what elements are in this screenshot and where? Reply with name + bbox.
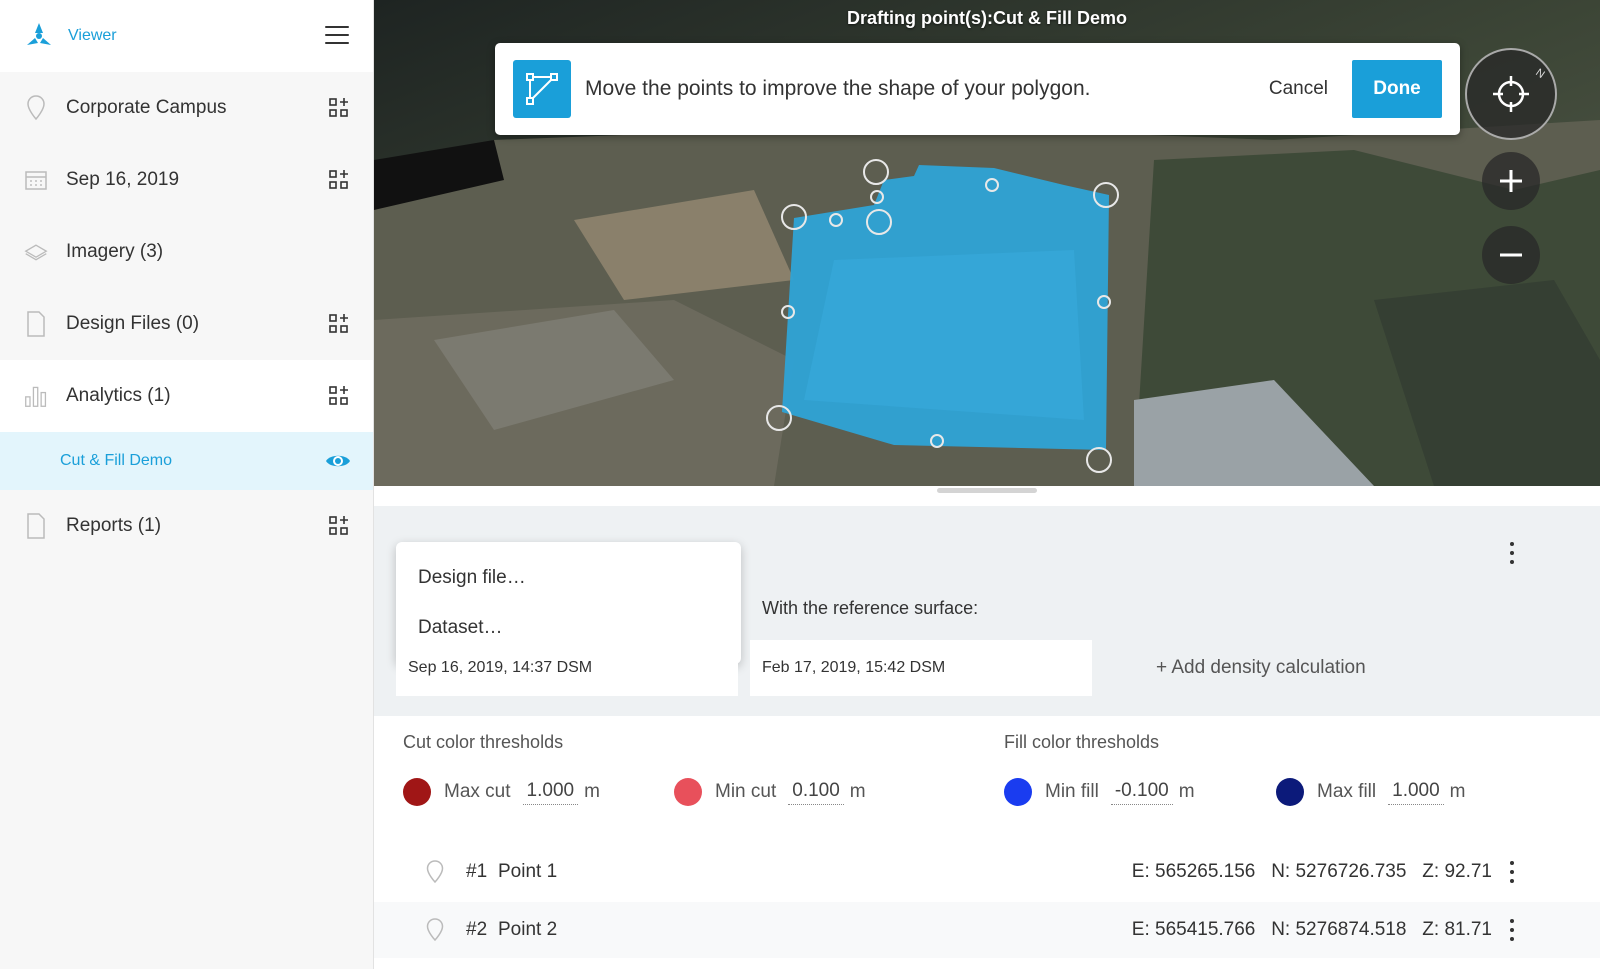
threshold-min-cut: Min cut 0.100 m (674, 778, 866, 806)
threshold-value-input[interactable]: -0.100 (1110, 780, 1173, 805)
sidebar-sub-label: Cut & Fill Demo (60, 452, 173, 469)
sidebar-item-analytics[interactable]: Analytics (1) (0, 360, 373, 432)
sidebar-item-design-files[interactable]: Design Files (0) (0, 288, 373, 360)
threshold-unit: m (849, 781, 866, 802)
more-options-icon[interactable] (1502, 861, 1522, 883)
location-pin-icon (426, 860, 444, 884)
threshold-value-input[interactable]: 1.000 (522, 780, 579, 805)
minus-icon (1500, 253, 1522, 257)
add-density-button[interactable]: + Add density calculation (1156, 657, 1366, 679)
compass-icon[interactable]: N (1465, 48, 1557, 140)
color-swatch[interactable] (403, 778, 431, 806)
point-coordinates: E: 565265.156 N: 5276726.735 Z: 92.71 (1131, 861, 1492, 882)
layers-icon (24, 238, 48, 266)
sidebar-item-label: Design Files (0) (66, 313, 200, 334)
cancel-button[interactable]: Cancel (1269, 78, 1328, 100)
threshold-value-input[interactable]: 1.000 (1388, 780, 1444, 805)
location-pin-icon (24, 94, 48, 122)
bar-chart-icon (24, 382, 48, 410)
map-title: Drafting point(s):Cut & Fill Demo (847, 8, 1127, 28)
surface-settings: Design file… Dataset… With the reference… (374, 506, 1600, 716)
threshold-min-fill: Min fill -0.100 m (1004, 778, 1195, 806)
threshold-label: Min cut (715, 781, 777, 802)
sidebar-item-reports[interactable]: Reports (1) (0, 490, 373, 562)
point-number: #1 (466, 861, 488, 882)
color-swatch[interactable] (674, 778, 702, 806)
surface-a-field[interactable]: Sep 16, 2019, 14:37 DSM (396, 640, 738, 696)
add-grid-icon[interactable] (329, 170, 349, 190)
more-options-icon[interactable] (1502, 919, 1522, 941)
calendar-icon (24, 166, 48, 194)
sidebar: Viewer Corporate Campus Sep 16, 2019 Ima… (0, 0, 374, 969)
analysis-panel: Design file… Dataset… With the reference… (374, 486, 1600, 969)
location-pin-icon (426, 918, 444, 942)
sidebar-item-label: Imagery (3) (66, 241, 164, 262)
threshold-unit: m (1449, 781, 1466, 802)
polygon-edit-icon (513, 60, 571, 118)
sidebar-item-project[interactable]: Corporate Campus (0, 72, 373, 144)
point-row[interactable]: #2 Point 2 E: 565415.766 N: 5276874.518 … (374, 902, 1600, 958)
sidebar-item-label: Sep 16, 2019 (66, 169, 180, 190)
plus-icon (1500, 170, 1522, 192)
point-name: Point 2 (498, 919, 558, 940)
point-name: Point 1 (498, 861, 558, 882)
instruction-message: Move the points to improve the shape of … (585, 77, 1091, 100)
add-grid-icon[interactable] (329, 314, 349, 334)
reference-surface-label: With the reference surface: (762, 598, 979, 618)
menu-item-design-file[interactable]: Design file… (396, 560, 741, 610)
instruction-banner: Move the points to improve the shape of … (495, 43, 1460, 135)
hamburger-menu-icon[interactable] (325, 26, 349, 44)
done-button[interactable]: Done (1352, 60, 1442, 118)
threshold-unit: m (1178, 781, 1195, 802)
sidebar-item-imagery[interactable]: Imagery (3) (0, 216, 373, 288)
zoom-out-button[interactable] (1482, 226, 1540, 284)
document-icon (24, 512, 48, 540)
map-viewport[interactable]: Drafting point(s):Cut & Fill Demo Move t… (374, 0, 1600, 486)
color-swatch[interactable] (1276, 778, 1304, 806)
threshold-unit: m (584, 781, 600, 802)
fill-thresholds-title: Fill color thresholds (1004, 732, 1160, 752)
document-icon (24, 310, 48, 338)
sidebar-item-label: Reports (1) (66, 515, 162, 536)
point-coordinates: E: 565415.766 N: 5276874.518 Z: 81.71 (1131, 919, 1492, 940)
sidebar-item-label: Corporate Campus (66, 97, 227, 118)
cut-thresholds-title: Cut color thresholds (403, 732, 564, 752)
sidebar-item-date[interactable]: Sep 16, 2019 (0, 144, 373, 216)
point-number: #2 (466, 919, 488, 940)
add-grid-icon[interactable] (329, 98, 349, 118)
reference-surface-field[interactable]: Feb 17, 2019, 15:42 DSM (750, 640, 1092, 696)
app-logo-icon (27, 23, 51, 45)
zoom-in-button[interactable] (1482, 152, 1540, 210)
threshold-value-input[interactable]: 0.100 (788, 780, 844, 805)
resize-handle[interactable] (937, 488, 1037, 493)
sidebar-header: Viewer (0, 0, 373, 72)
add-grid-icon[interactable] (329, 516, 349, 536)
threshold-max-cut: Max cut 1.000 m (403, 778, 600, 806)
svg-text:N: N (1533, 67, 1546, 81)
point-row[interactable]: #1 Point 1 E: 565265.156 N: 5276726.735 … (374, 844, 1600, 900)
color-swatch[interactable] (1004, 778, 1032, 806)
threshold-label: Max fill (1317, 781, 1377, 802)
eye-icon[interactable] (325, 452, 351, 470)
threshold-max-fill: Max fill 1.000 m (1276, 778, 1466, 806)
sidebar-item-label: Analytics (1) (66, 385, 171, 406)
threshold-label: Max cut (444, 781, 511, 802)
more-options-icon[interactable] (1502, 542, 1522, 564)
app-title: Viewer (68, 27, 117, 44)
threshold-label: Min fill (1045, 781, 1099, 802)
sidebar-item-cut-fill-demo[interactable]: Cut & Fill Demo (0, 432, 373, 490)
add-grid-icon[interactable] (329, 386, 349, 406)
